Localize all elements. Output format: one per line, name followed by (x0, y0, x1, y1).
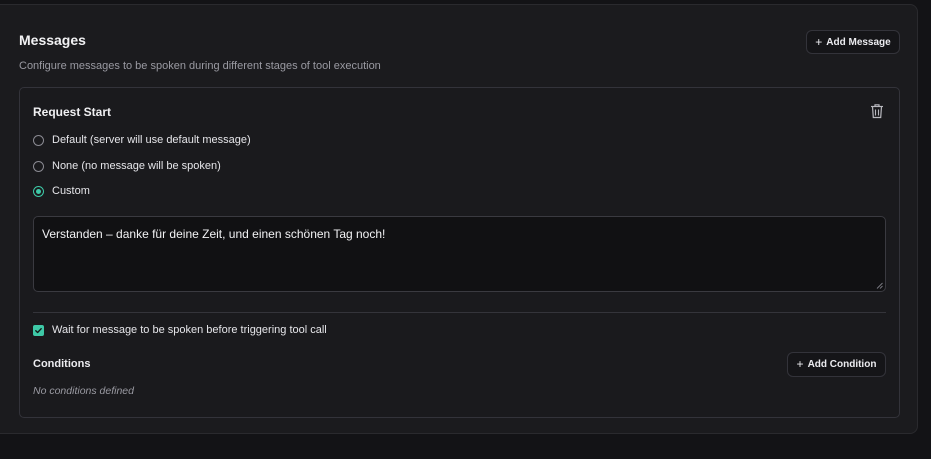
plus-icon: + (796, 357, 804, 371)
radio-button-none[interactable] (33, 160, 44, 172)
radio-option-default[interactable]: Default (server will use default message… (33, 134, 251, 146)
radio-label-custom: Custom (52, 185, 90, 197)
add-message-button[interactable]: + Add Message (806, 30, 900, 54)
messages-panel: Messages Configure messages to be spoken… (0, 4, 918, 434)
plus-icon: + (815, 34, 823, 49)
radio-option-custom[interactable]: Custom (33, 185, 90, 197)
radio-button-custom[interactable] (33, 185, 44, 197)
wait-checkbox-label: Wait for message to be spoken before tri… (52, 324, 327, 336)
panel-subtitle: Configure messages to be spoken during d… (19, 60, 381, 72)
wait-checkbox[interactable] (33, 324, 44, 336)
trash-icon[interactable] (870, 103, 884, 119)
no-conditions-text: No conditions defined (33, 385, 134, 397)
custom-message-text: Verstanden – danke für deine Zeit, und e… (42, 227, 386, 241)
conditions-title: Conditions (33, 358, 91, 370)
custom-message-textarea[interactable]: Verstanden – danke für deine Zeit, und e… (33, 216, 886, 292)
radio-label-default: Default (server will use default message… (52, 134, 251, 146)
request-start-card: Request Start Default (server will use d… (19, 87, 900, 418)
resize-handle-icon[interactable] (876, 282, 883, 289)
add-message-label: Add Message (826, 36, 891, 48)
add-condition-button[interactable]: + Add Condition (787, 352, 886, 377)
card-title: Request Start (33, 105, 112, 119)
radio-button-default[interactable] (33, 134, 44, 146)
divider (33, 312, 886, 313)
panel-title: Messages (19, 32, 86, 48)
wait-checkbox-row[interactable]: Wait for message to be spoken before tri… (33, 324, 327, 336)
add-condition-label: Add Condition (807, 359, 877, 370)
checkmark-icon (35, 327, 42, 333)
radio-label-none: None (no message will be spoken) (52, 160, 221, 172)
radio-option-none[interactable]: None (no message will be spoken) (33, 160, 221, 172)
